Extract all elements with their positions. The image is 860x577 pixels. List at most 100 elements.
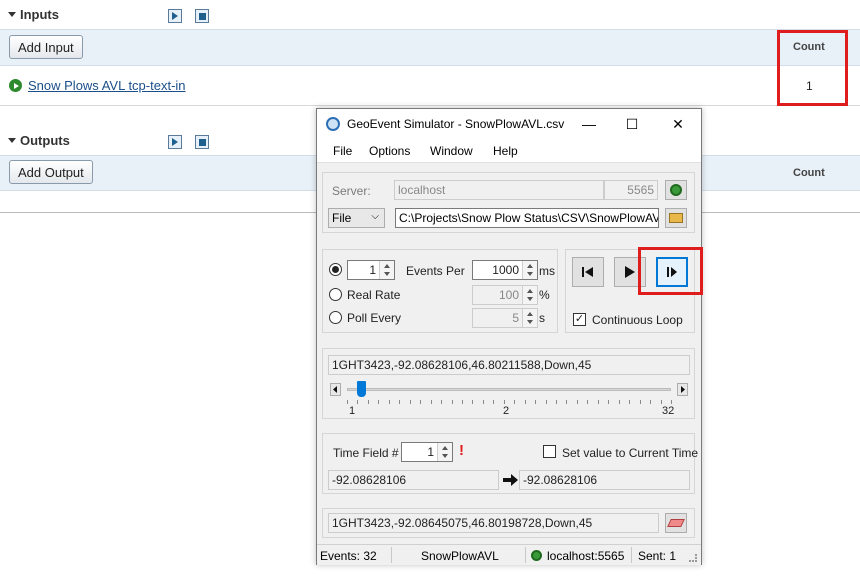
slider-tick [597,400,599,404]
slider-tick [566,400,568,404]
slider-tick [545,400,547,404]
poll-interval-spinner[interactable]: 5 [472,308,538,328]
server-host-field[interactable]: localhost [394,180,604,200]
menu-bar: File Options Window Help [317,139,701,163]
reset-to-start-button[interactable] [572,257,604,287]
close-button[interactable]: ✕ [668,114,688,134]
slider-tick [441,400,443,404]
status-sent: Sent: 1 [638,549,677,563]
slider-tick [482,400,484,404]
title-bar[interactable]: GeoEvent Simulator - SnowPlowAVL.csv — ☐… [317,109,701,139]
event-slider-track[interactable] [347,388,671,391]
start-all-outputs-button[interactable] [168,135,182,149]
events-per-radio[interactable] [329,263,342,276]
slider-tick [660,400,662,404]
count-highlight-box [777,30,848,106]
chevron-left-icon [333,386,337,393]
add-output-button[interactable]: Add Output [9,160,93,184]
status-events: Events: 32 [320,549,377,563]
events-count-spinner[interactable]: 1 [347,260,395,280]
slider-tick [388,400,390,404]
slider-tick [524,400,526,404]
server-label: Server: [332,184,371,198]
last-sent-group: 1GHT3423,-92.08645075,46.80198728,Down,4… [322,508,695,538]
source-type-select[interactable]: File ⌵ [328,208,385,228]
chevron-right-icon [681,386,685,393]
events-count-value: 1 [369,263,376,277]
maximize-button[interactable]: ☐ [622,114,642,134]
server-port-field[interactable]: 5565 [604,180,658,200]
slider-mid-label: 2 [503,405,510,417]
slider-tick [556,400,558,404]
poll-every-radio[interactable] [329,311,342,324]
arrow-right-icon [503,474,518,486]
inputs-header[interactable]: Inputs [8,7,59,22]
continuous-loop-label: Continuous Loop [592,313,683,327]
browse-file-button[interactable] [665,208,687,228]
time-from-field[interactable]: -92.08628106 [328,470,499,490]
events-interval-spinner[interactable]: 1000 [472,260,538,280]
percent-unit-label: % [539,288,550,302]
slider-left-arrow[interactable] [330,383,341,396]
minimize-button[interactable]: — [579,114,599,134]
play-icon [625,266,635,278]
slider-tick [461,400,463,404]
slider-tick [430,400,432,404]
step-button-highlight-box [638,247,703,295]
poll-interval-value: 5 [512,311,519,325]
time-field-value: 1 [427,445,434,459]
slider-tick [618,400,620,404]
status-file-name: SnowPlowAVL [421,549,499,563]
slider-tick [367,400,369,404]
set-current-time-label: Set value to Current Time [562,446,699,460]
time-field-label: Time Field # [333,446,399,460]
menu-window[interactable]: Window [430,144,473,158]
slider-right-arrow[interactable] [677,383,688,396]
event-slider-thumb[interactable] [356,381,366,397]
slider-max-label: 32 [662,405,675,417]
add-input-button[interactable]: Add Input [9,35,83,59]
clear-button[interactable] [665,513,687,533]
outputs-header[interactable]: Outputs [8,133,70,148]
slider-tick [639,400,641,404]
last-sent-field[interactable]: 1GHT3423,-92.08645075,46.80198728,Down,4… [328,513,659,533]
file-path-field[interactable]: C:\Projects\Snow Plow Status\CSV\SnowPlo… [395,208,659,228]
start-all-inputs-button[interactable] [168,9,182,23]
events-interval-value: 1000 [492,263,519,277]
play-icon [172,138,178,146]
menu-help[interactable]: Help [493,144,518,158]
stop-all-outputs-button[interactable] [195,135,209,149]
stop-icon [198,138,206,146]
running-icon [9,79,22,92]
current-event-field[interactable]: 1GHT3423,-92.08628106,46.80211588,Down,4… [328,355,690,375]
slider-tick [347,400,348,404]
slider-tick [608,400,610,404]
resize-grip-icon[interactable] [689,554,697,562]
connect-button[interactable] [665,180,687,200]
ms-unit-label: ms [539,264,555,278]
time-field-spinner[interactable]: 1 [401,442,453,462]
event-preview-group: 1GHT3423,-92.08628106,46.80211588,Down,4… [322,348,695,419]
slider-tick [357,400,359,404]
menu-options[interactable]: Options [369,144,410,158]
real-rate-spinner[interactable]: 100 [472,285,538,305]
real-rate-value: 100 [498,288,519,302]
seconds-unit-label: s [539,311,545,325]
status-server: localhost:5565 [547,549,625,563]
skip-to-start-icon [582,267,593,277]
stop-all-inputs-button[interactable] [195,9,209,23]
slider-tick [420,400,422,404]
slider-tick [472,400,474,404]
slider-tick [514,400,516,404]
set-current-time-checkbox[interactable] [543,445,556,458]
slider-tick [587,400,589,404]
outputs-count-header: Count [793,167,825,179]
slider-tick [576,400,578,404]
time-to-field[interactable]: -92.08628106 [519,470,690,490]
real-rate-radio[interactable] [329,288,342,301]
outputs-title: Outputs [20,133,70,148]
continuous-loop-checkbox[interactable]: ✓ [573,313,586,326]
real-rate-label: Real Rate [347,288,401,302]
menu-file[interactable]: File [333,144,352,158]
input-link-snow-plows[interactable]: Snow Plows AVL tcp-text-in [28,78,186,93]
